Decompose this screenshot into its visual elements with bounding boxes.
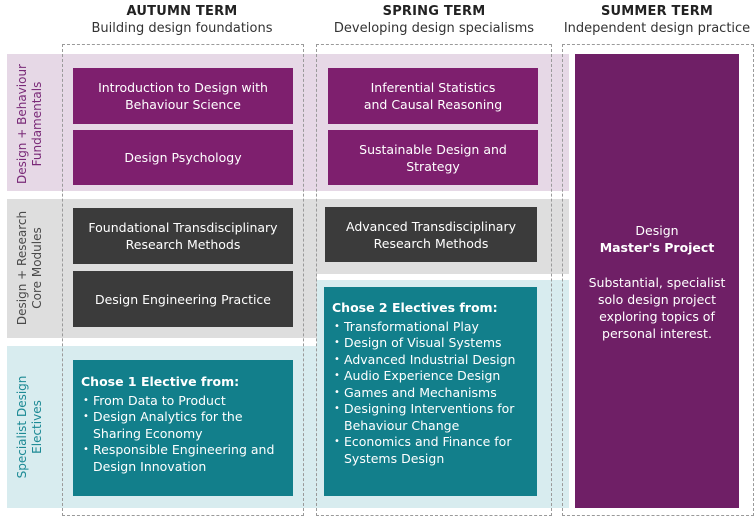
elective-item: Design of Visual Systems: [332, 335, 529, 352]
spring-term-subtitle: Developing design specialisms: [333, 21, 535, 36]
row-label-core-line1: Design + Research: [15, 210, 29, 326]
module-line: Research Methods: [373, 235, 489, 251]
module-line: Foundational Transdisciplinary: [88, 220, 278, 235]
module-line: Introduction to Design with: [98, 80, 268, 95]
elective-item: Games and Mechanisms: [332, 385, 529, 402]
module-line: Design Engineering Practice: [94, 291, 272, 307]
summer-term-title: SUMMER TERM: [600, 4, 714, 19]
spring-electives-box: Chose 2 Electives from: Transformational…: [324, 287, 537, 496]
summer-desc-line: solo design project: [597, 292, 717, 307]
module-line: Research Methods: [125, 237, 241, 252]
summer-title-line2: Master's Project: [599, 240, 715, 255]
summer-title-line1: Design: [635, 223, 679, 238]
summer-desc-line: exploring topics of: [599, 309, 715, 324]
row-label-design-behaviour: Design + Behaviour Fundamentals: [15, 57, 45, 191]
module-line: Design Psychology: [124, 150, 242, 165]
autumn-term-title: AUTUMN TERM: [126, 4, 238, 19]
summer-project-description: Substantial, specialist solo design proj…: [575, 274, 739, 342]
elective-item: Designing Interventions for Behaviour Ch…: [332, 401, 529, 434]
spring-electives-title: Chose 2 Electives from:: [332, 300, 498, 315]
module-line: Behaviour Science: [125, 97, 241, 112]
module-line: Inferential Statistics: [370, 80, 496, 95]
module-design-psychology: Design Psychology: [73, 130, 293, 185]
module-line: Sustainable Design and: [359, 141, 507, 157]
row-label-spec-line2: Electives: [30, 400, 44, 454]
summer-desc-line: personal interest.: [602, 326, 712, 341]
summer-masters-project: Design Master's Project Substantial, spe…: [575, 54, 739, 508]
autumn-electives-box: Chose 1 Elective from: From Data to Prod…: [73, 360, 293, 496]
autumn-electives-title: Chose 1 Elective from:: [81, 374, 240, 389]
module-sustainable-design-strategy: Sustainable Design and Strategy: [328, 130, 538, 185]
elective-item: Advanced Industrial Design: [332, 352, 529, 369]
summer-term-header: SUMMER TERM Independent design practice: [562, 4, 752, 37]
elective-item: Responsible Engineering and Design Innov…: [81, 442, 285, 475]
autumn-term-header: AUTUMN TERM Building design foundations: [62, 4, 302, 37]
module-line: Strategy: [406, 158, 460, 174]
summer-desc-line: Substantial, specialist: [588, 275, 726, 290]
summer-project-title: Design Master's Project: [575, 222, 739, 256]
module-line: Advanced Transdisciplinary: [345, 218, 516, 234]
row-label-design-line1: Design + Behaviour: [15, 64, 29, 185]
module-foundational-transdisciplinary: Foundational Transdisciplinary Research …: [73, 208, 293, 264]
autumn-term-subtitle: Building design foundations: [91, 21, 273, 36]
module-inferential-statistics: Inferential Statistics and Causal Reason…: [328, 68, 538, 124]
spring-term-header: SPRING TERM Developing design specialism…: [316, 4, 552, 37]
summer-term-subtitle: Independent design practice: [563, 21, 751, 36]
module-advanced-transdisciplinary: Advanced Transdisciplinary Research Meth…: [325, 207, 537, 262]
elective-item: Economics and Finance for Systems Design: [332, 434, 529, 467]
autumn-electives-list: From Data to Product Design Analytics fo…: [81, 393, 285, 476]
module-intro-design-behaviour-science: Introduction to Design with Behaviour Sc…: [73, 68, 293, 124]
elective-item: Design Analytics for the Sharing Economy: [81, 409, 285, 442]
elective-item: Audio Experience Design: [332, 368, 529, 385]
elective-item: Transformational Play: [332, 319, 529, 336]
elective-item: From Data to Product: [81, 393, 285, 410]
spring-term-title: SPRING TERM: [382, 4, 486, 19]
row-label-research-core: Design + Research Core Modules: [15, 201, 45, 335]
row-label-spec-line1: Specialist Design: [15, 375, 29, 479]
spring-electives-list: Transformational Play Design of Visual S…: [332, 319, 529, 468]
row-label-specialist: Specialist Design Electives: [15, 360, 45, 494]
module-design-engineering-practice: Design Engineering Practice: [73, 271, 293, 327]
row-label-core-line2: Core Modules: [30, 227, 44, 309]
module-line: and Causal Reasoning: [363, 97, 503, 112]
row-label-design-line2: Fundamentals: [30, 81, 44, 167]
